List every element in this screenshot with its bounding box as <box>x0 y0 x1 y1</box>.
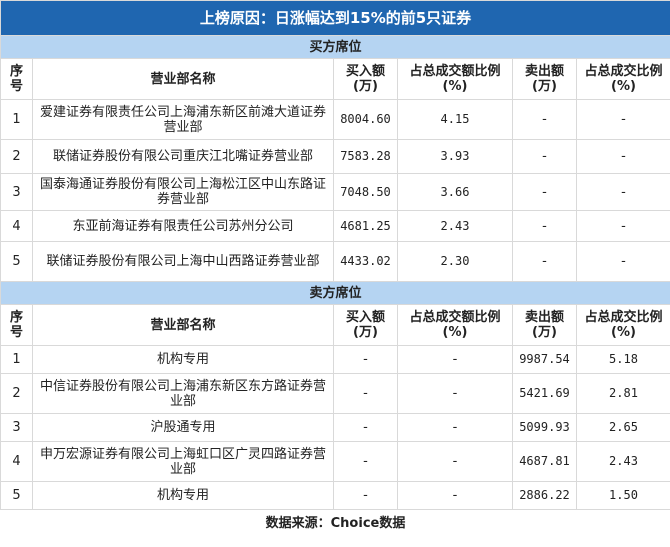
column-header-row: 序号 营业部名称 买入额(万) 占总成交额比例(%) 卖出额(万) 占总成交比例(%) <box>0 304 670 346</box>
column-header: 占总成交额比例(%) <box>397 304 513 346</box>
table-row: 5 联储证券股份有限公司上海中山西路证券营业部 4433.02 2.30- - <box>0 241 670 282</box>
table-row: 1 爱建证券有限责任公司上海浦东新区前滩大道证券营业部 8004.60 4.15- - <box>0 99 670 140</box>
buy-amount-cell: - <box>333 413 398 442</box>
seq-cell: 5 <box>0 241 33 282</box>
table-title: 上榜原因：日涨幅达到15%的前5只证券 <box>0 0 670 36</box>
table-row: 4 申万宏源证券有限公司上海虹口区广灵四路证券营业部 - -4687.81 2.43 <box>0 441 670 482</box>
branch-name-cell: 联储证券股份有限公司上海中山西路证券营业部 <box>32 241 334 282</box>
sell-ratio-cell: 2.65 <box>576 413 670 442</box>
table-row: 2 联储证券股份有限公司重庆江北嘴证券营业部 7583.28 3.93- - <box>0 139 670 174</box>
buy-amount-cell: - <box>333 441 398 482</box>
table-row: 2 中信证券股份有限公司上海浦东新区东方路证券营业部 - -5421.69 2.81 <box>0 373 670 414</box>
seq-cell: 2 <box>0 139 33 174</box>
buy-ratio-cell: - <box>397 441 513 482</box>
buy-section-header: 买方席位 <box>0 35 670 59</box>
buy-ratio-cell: - <box>397 481 513 510</box>
branch-name-cell: 中信证券股份有限公司上海浦东新区东方路证券营业部 <box>32 373 334 414</box>
sell-ratio-cell: 2.81 <box>576 373 670 414</box>
buy-ratio-cell: 3.93 <box>397 139 513 174</box>
table-row: 5 机构专用 - -2886.22 1.50 <box>0 481 670 510</box>
column-header: 占总成交比例(%) <box>576 58 670 100</box>
seq-cell: 3 <box>0 413 33 442</box>
column-header: 营业部名称 <box>32 304 334 346</box>
buy-amount-cell: - <box>333 373 398 414</box>
column-header: 卖出额(万) <box>512 58 577 100</box>
buy-amount-cell: - <box>333 481 398 510</box>
sell-ratio-cell: - <box>576 99 670 140</box>
sell-amount-cell: 5099.93 <box>512 413 577 442</box>
buy-amount-cell: - <box>333 345 398 374</box>
sell-amount-cell: - <box>512 173 577 211</box>
buy-amount-cell: 4433.02 <box>333 241 398 282</box>
table-row: 1 机构专用 - -9987.54 5.18 <box>0 345 670 374</box>
table-row: 3 国泰海通证券股份有限公司上海松江区中山东路证券营业部 7048.50 3.66- - <box>0 173 670 211</box>
buy-amount-cell: 7048.50 <box>333 173 398 211</box>
sell-ratio-cell: 5.18 <box>576 345 670 374</box>
column-header: 卖出额(万) <box>512 304 577 346</box>
sell-section-header: 卖方席位 <box>0 281 670 305</box>
sell-amount-cell: - <box>512 210 577 242</box>
buy-ratio-cell: 2.43 <box>397 210 513 242</box>
sell-amount-cell: - <box>512 139 577 174</box>
data-source: 数据来源：Choice数据 <box>265 515 406 531</box>
seq-cell: 2 <box>0 373 33 414</box>
sell-amount-cell: 2886.22 <box>512 481 577 510</box>
column-header: 营业部名称 <box>32 58 334 100</box>
column-header: 买入额(万) <box>333 304 398 346</box>
seq-cell: 5 <box>0 481 33 510</box>
buy-amount-cell: 4681.25 <box>333 210 398 242</box>
buy-ratio-cell: 2.30 <box>397 241 513 282</box>
table-row: 4 东亚前海证券有限责任公司苏州分公司 4681.25 2.43- - <box>0 210 670 242</box>
sell-ratio-cell: - <box>576 210 670 242</box>
sell-amount-cell: 5421.69 <box>512 373 577 414</box>
buy-ratio-cell: 3.66 <box>397 173 513 211</box>
column-header: 序号 <box>0 58 33 100</box>
buy-amount-cell: 8004.60 <box>333 99 398 140</box>
dragon-tiger-table-card: 上榜原因：日涨幅达到15%的前5只证券 买方席位 序号 营业部名称 买入额(万) 占总成… <box>0 0 670 547</box>
sell-amount-cell: - <box>512 99 577 140</box>
seq-cell: 4 <box>0 441 33 482</box>
branch-name-cell: 联储证券股份有限公司重庆江北嘴证券营业部 <box>32 139 334 174</box>
buy-amount-cell: 7583.28 <box>333 139 398 174</box>
column-header-row: 序号 营业部名称 买入额(万) 占总成交额比例(%) 卖出额(万) 占总成交比例(%) <box>0 58 670 100</box>
sell-ratio-cell: - <box>576 241 670 282</box>
buy-ratio-cell: 4.15 <box>397 99 513 140</box>
table-row: 3 沪股通专用 - -5099.93 2.65 <box>0 413 670 442</box>
column-header: 占总成交额比例(%) <box>397 58 513 100</box>
column-header: 占总成交比例(%) <box>576 304 670 346</box>
branch-name-cell: 申万宏源证券有限公司上海虹口区广灵四路证券营业部 <box>32 441 334 482</box>
seq-cell: 1 <box>0 345 33 374</box>
seq-cell: 1 <box>0 99 33 140</box>
sell-amount-cell: 4687.81 <box>512 441 577 482</box>
seq-cell: 4 <box>0 210 33 242</box>
buy-ratio-cell: - <box>397 345 513 374</box>
branch-name-cell: 沪股通专用 <box>32 413 334 442</box>
seq-cell: 3 <box>0 173 33 211</box>
sell-ratio-cell: 1.50 <box>576 481 670 510</box>
branch-name-cell: 国泰海通证券股份有限公司上海松江区中山东路证券营业部 <box>32 173 334 211</box>
sell-amount-cell: - <box>512 241 577 282</box>
branch-name-cell: 爱建证券有限责任公司上海浦东新区前滩大道证券营业部 <box>32 99 334 140</box>
column-header: 买入额(万) <box>333 58 398 100</box>
seats-table: 上榜原因：日涨幅达到15%的前5只证券 买方席位 序号 营业部名称 买入额(万) 占总成… <box>0 0 670 536</box>
buy-ratio-cell: - <box>397 373 513 414</box>
branch-name-cell: 机构专用 <box>32 345 334 374</box>
sell-amount-cell: 9987.54 <box>512 345 577 374</box>
sell-ratio-cell: - <box>576 139 670 174</box>
branch-name-cell: 东亚前海证券有限责任公司苏州分公司 <box>32 210 334 242</box>
column-header: 序号 <box>0 304 33 346</box>
sell-ratio-cell: - <box>576 173 670 211</box>
sell-ratio-cell: 2.43 <box>576 441 670 482</box>
buy-ratio-cell: - <box>397 413 513 442</box>
branch-name-cell: 机构专用 <box>32 481 334 510</box>
